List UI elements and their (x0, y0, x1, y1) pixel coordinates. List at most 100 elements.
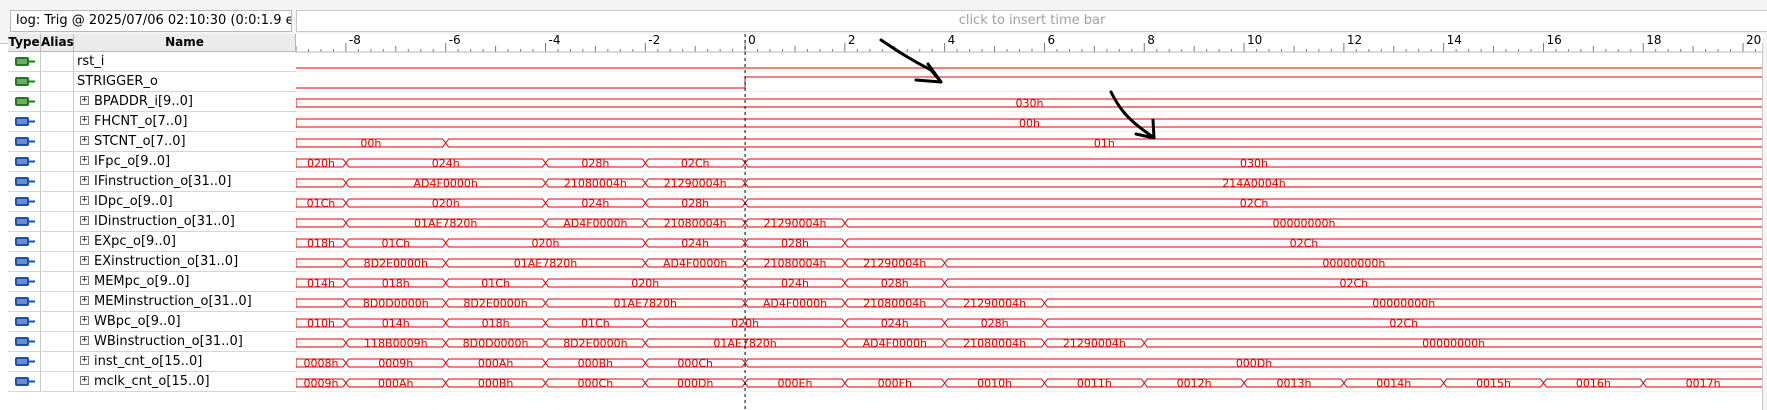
bus-value-label: 21080004h (763, 257, 826, 270)
waveform-bus[interactable]: AD4F0000h 21080004h 21290004h 214A0004h (296, 177, 1763, 190)
signal-row[interactable]: + EXinstruction_o[31..0] (8, 252, 296, 272)
time-tick-label: 12 (1347, 34, 1362, 47)
signal-row[interactable]: + MEMpc_o[9..0] (8, 272, 296, 292)
bus-value-label: AD4F0000h (663, 257, 727, 270)
signal-row[interactable]: + BPADDR_i[9..0] (8, 92, 296, 112)
expand-icon[interactable]: + (80, 356, 89, 365)
signal-row[interactable]: + IDinstruction_o[31..0] (8, 212, 296, 232)
signal-row[interactable]: STRIGGER_o (8, 72, 296, 92)
expand-icon[interactable]: + (80, 96, 89, 105)
bus-value-label: 000Ah (478, 357, 514, 370)
signal-type-cell (8, 332, 41, 351)
waveform-bus[interactable]: 014h 018h 01Ch 020h 024h 028h 02Ch (296, 277, 1763, 290)
signal-row[interactable]: + EXpc_o[9..0] (8, 232, 296, 252)
bus-value-label: 024h (432, 157, 460, 170)
time-bar-insert-area[interactable]: click to insert time bar (296, 10, 1767, 32)
expand-icon[interactable]: + (80, 376, 89, 385)
signal-row[interactable]: + MEMinstruction_o[31..0] (8, 292, 296, 312)
bus-value-label: 00h (360, 137, 381, 150)
vertical-scrollbar[interactable] (1762, 43, 1767, 410)
time-tick-label: 8 (1147, 34, 1155, 47)
expand-icon[interactable]: + (80, 276, 89, 285)
column-header-name[interactable]: Name (74, 34, 296, 52)
time-tick-label: -4 (548, 34, 560, 47)
bus-value-label: 02Ch (681, 157, 710, 170)
signal-alias-cell (41, 172, 74, 191)
waveform-bus[interactable]: 8D2E0000h 01AE7820h AD4F0000h 21080004h 2129… (296, 257, 1763, 270)
signal-row[interactable]: + FHCNT_o[7..0] (8, 112, 296, 132)
bus-value-label: 02Ch (1240, 197, 1269, 210)
signal-row[interactable]: + IFinstruction_o[31..0] (8, 172, 296, 192)
bus-value-label: 000Fh (878, 377, 912, 390)
bus-value-label: 8D0D0000h (363, 297, 429, 310)
bus-value-label: 000Dh (1236, 357, 1272, 370)
bus-value-label: 024h (881, 317, 909, 330)
bus-segment (296, 258, 347, 268)
log-title-box[interactable]: log: Trig @ 2025/07/06 02:10:30 (0:0:1.9… (10, 10, 292, 32)
expand-icon[interactable]: + (80, 216, 89, 225)
bus-value-label: 01Ch (307, 197, 336, 210)
waveform-bus[interactable]: 00h (296, 117, 1763, 130)
waveform-bus[interactable]: 118B0009h 8D0D0000h 8D2E0000h 01AE7820h AD4F… (296, 337, 1763, 350)
waveform-bus[interactable]: 01Ch 020h 024h 028h 02Ch (296, 197, 1763, 210)
expand-icon[interactable]: + (80, 196, 89, 205)
expand-icon[interactable]: + (80, 236, 89, 245)
signal-name: MEMpc_o[9..0] (94, 274, 190, 289)
signal-name: EXpc_o[9..0] (94, 234, 176, 249)
signal-type-cell (8, 52, 41, 71)
expand-icon[interactable]: + (80, 116, 89, 125)
waveform-bus[interactable]: 020h 024h 028h 02Ch 030h (296, 157, 1763, 170)
time-tick-label: 20 (1746, 34, 1761, 47)
bus-value-label: 028h (881, 277, 909, 290)
time-tick-label: 18 (1646, 34, 1661, 47)
signal-name: IDinstruction_o[31..0] (94, 214, 235, 229)
bus-value-label: 000Eh (778, 377, 813, 390)
signal-name-cell: + WBpc_o[9..0] (74, 312, 296, 331)
signal-row[interactable]: + WBinstruction_o[31..0] (8, 332, 296, 352)
expand-icon[interactable]: + (80, 136, 89, 145)
expand-icon[interactable]: + (80, 316, 89, 325)
waveform-bus[interactable]: 00h 01h (296, 137, 1763, 150)
waveform-bus[interactable]: 01AE7820h AD4F0000h 21080004h 21290004h 0000… (296, 217, 1763, 230)
waveform-bus[interactable]: 030h (296, 97, 1763, 110)
time-tick-label: 14 (1447, 34, 1462, 47)
bus-value-label: 0012h (1177, 377, 1212, 390)
waveform-bus[interactable]: 018h 01Ch 020h 024h 028h 02Ch (296, 237, 1763, 250)
signal-row[interactable]: + inst_cnt_o[15..0] (8, 352, 296, 372)
expand-icon[interactable]: + (80, 256, 89, 265)
waveform-bus[interactable]: 0009h 000Ah 000Bh 000Ch 000Dh 000Eh 000Fh 0010h… (296, 377, 1763, 390)
signal-name-cell: + EXinstruction_o[31..0] (74, 252, 296, 271)
bus-value-label: 02Ch (1290, 237, 1319, 250)
output-pin-icon (15, 277, 35, 286)
expand-icon[interactable]: + (80, 296, 89, 305)
signal-row[interactable]: rst_i (8, 52, 296, 72)
bus-value-label: 000Bh (478, 377, 514, 390)
waveform-bus[interactable]: 010h 014h 018h 01Ch 020h 024h 028h 02Ch (296, 317, 1763, 330)
column-header-type[interactable]: Type (8, 34, 41, 52)
signal-name-cell: + WBinstruction_o[31..0] (74, 332, 296, 351)
bus-value-label: 21080004h (564, 177, 627, 190)
signal-row[interactable]: + mclk_cnt_o[15..0] (8, 372, 296, 392)
waveform-bit[interactable] (296, 76, 1763, 89)
signal-name-cell: + mclk_cnt_o[15..0] (74, 372, 296, 391)
signal-type-cell (8, 92, 41, 111)
output-pin-icon (15, 117, 35, 126)
signal-row[interactable]: + WBpc_o[9..0] (8, 312, 296, 332)
waveform-bus[interactable]: 8D0D0000h 8D2E0000h 01AE7820h AD4F0000h 2108… (296, 297, 1763, 310)
bus-value-label: 030h (1240, 157, 1268, 170)
bus-value-label: 21290004h (1063, 337, 1126, 350)
output-pin-icon (15, 197, 35, 206)
time-tick-label: 4 (948, 34, 956, 47)
output-pin-icon (15, 137, 35, 146)
column-header-alias[interactable]: Alias (41, 34, 74, 52)
expand-icon[interactable]: + (80, 176, 89, 185)
signal-row[interactable]: + IFpc_o[9..0] (8, 152, 296, 172)
waveform-view[interactable]: -8 -6 -4 -2 0 2 4 6 8 10 12 14 16 18 20 030h 00h 00h 01h 02… (296, 34, 1763, 410)
bus-value-label: 028h (681, 197, 709, 210)
waveform-bus[interactable]: 0008h 0009h 000Ah 000Bh 000Ch 000Dh (296, 357, 1763, 370)
expand-icon[interactable]: + (80, 336, 89, 345)
signal-row[interactable]: + IDpc_o[9..0] (8, 192, 296, 212)
signal-row[interactable]: + STCNT_o[7..0] (8, 132, 296, 152)
expand-icon[interactable]: + (80, 156, 89, 165)
signal-name: WBpc_o[9..0] (94, 314, 181, 329)
